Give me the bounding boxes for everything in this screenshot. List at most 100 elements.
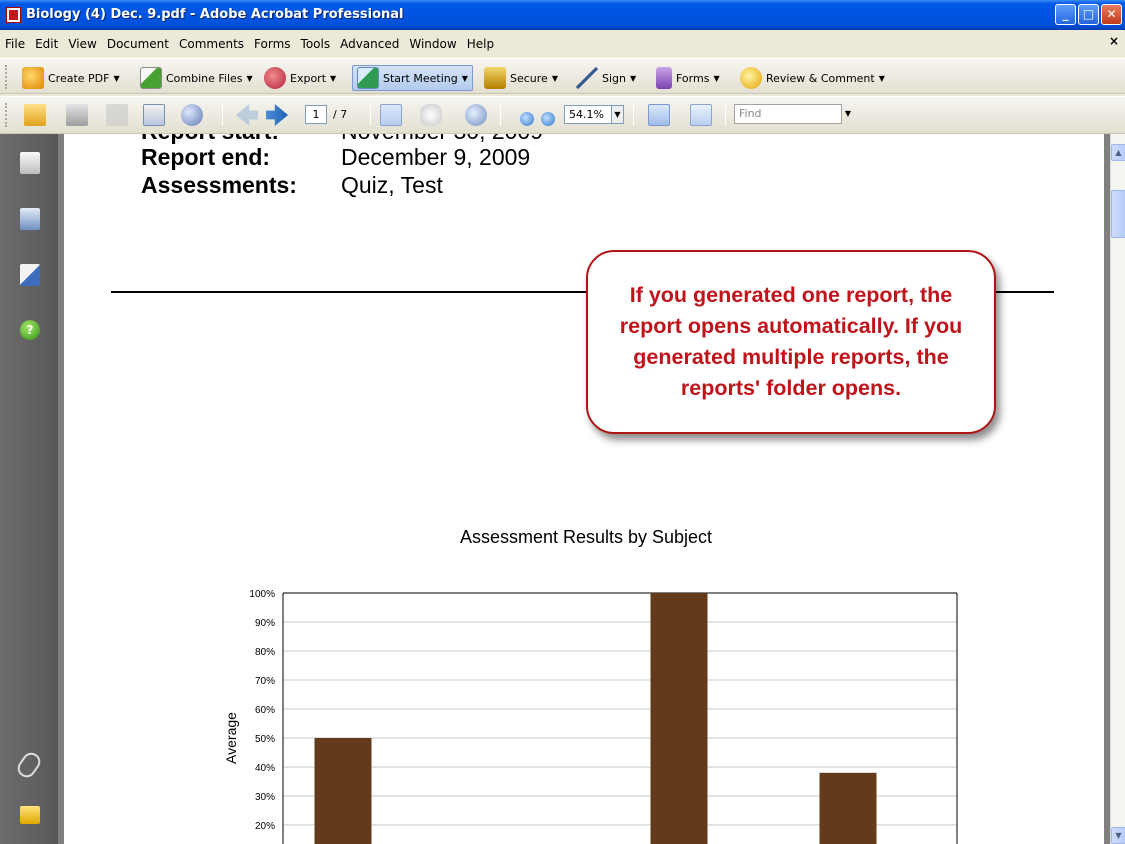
scroll-down-button[interactable]: ▼ (1111, 827, 1125, 844)
comments-icon[interactable] (20, 806, 40, 824)
navigation-toolbar (0, 96, 1125, 134)
speech-bubble-icon (740, 67, 762, 89)
y-tick-label: 40% (255, 763, 275, 774)
close-window-button[interactable]: ✕ (1101, 4, 1122, 25)
report-end-value: December 9, 2009 (341, 144, 531, 170)
assessments-label: Assessments: (141, 172, 297, 198)
menu-window[interactable]: Window (404, 33, 461, 55)
page-total: / 7 (333, 108, 348, 121)
y-tick-label: 60% (255, 705, 275, 716)
chart-bar (819, 772, 877, 844)
hand-tool-icon[interactable] (420, 104, 442, 126)
open-folder-icon[interactable] (24, 104, 46, 126)
forms-icon (656, 67, 672, 89)
signatures-icon[interactable] (20, 264, 40, 286)
find-dropdown-icon[interactable]: ▼ (842, 104, 854, 124)
scroll-thumb[interactable] (1111, 190, 1125, 238)
menu-edit[interactable]: Edit (30, 33, 63, 55)
export-icon (264, 67, 286, 89)
marquee-zoom-icon[interactable] (465, 104, 487, 126)
lock-icon (484, 67, 506, 89)
instruction-callout: If you generated one report, the report … (586, 250, 996, 434)
chevron-down-icon: ▼ (551, 73, 558, 83)
combine-files-label: Combine Files (166, 71, 243, 85)
menu-bar: File Edit View Document Comments Forms Tools Ad… (0, 30, 1125, 58)
review-comment-button[interactable]: Review & Comment ▼ (740, 65, 885, 91)
y-axis-label: Average (223, 712, 239, 764)
chart-title: Assessment Results by Subject (459, 527, 713, 547)
callout-text: If you generated one report, the report … (619, 283, 963, 400)
save-icon[interactable] (106, 104, 128, 126)
forms-label: Forms (676, 71, 710, 85)
acrobat-window: Biology (4) Dec. 9.pdf - Adobe Acrobat P… (0, 0, 1125, 844)
chevron-down-icon: ▼ (630, 73, 637, 83)
create-pdf-button[interactable]: Create PDF ▼ (22, 65, 120, 91)
chevron-down-icon: ▼ (713, 73, 720, 83)
y-tick-label: 90% (255, 618, 275, 629)
y-tick-label: 20% (255, 821, 275, 832)
menu-tools[interactable]: Tools (296, 33, 336, 55)
zoom-level-field[interactable]: 54.1% (564, 105, 612, 124)
export-label: Export (290, 71, 327, 85)
help-icon[interactable]: ? (20, 320, 40, 340)
toolbar-separator (222, 104, 223, 126)
sign-label: Sign (602, 71, 626, 85)
menu-advanced[interactable]: Advanced (335, 33, 404, 55)
maximize-button[interactable]: □ (1078, 4, 1099, 25)
pages-icon[interactable] (20, 152, 40, 174)
y-tick-label: 80% (255, 647, 275, 658)
acrobat-app-icon[interactable] (6, 7, 21, 23)
chart-bar (314, 738, 372, 844)
attachments-icon[interactable] (14, 749, 44, 781)
report-end-row: Report end: December 9, 2009 (141, 144, 530, 171)
zoom-in-icon[interactable] (541, 112, 555, 126)
tasks-toolbar: Create PDF ▼ Combine Files ▼ Export ▼ St… (0, 58, 1125, 94)
y-tick-label: 70% (255, 676, 275, 687)
toolbar-separator (633, 104, 634, 126)
chevron-down-icon: ▼ (113, 73, 120, 83)
menu-forms[interactable]: Forms (249, 33, 295, 55)
scroll-up-button[interactable]: ▲ (1111, 144, 1125, 161)
start-meeting-button[interactable]: Start Meeting ▼ (352, 65, 473, 91)
page-number-input[interactable]: 1 (305, 105, 327, 124)
print-icon[interactable] (66, 104, 88, 126)
pen-icon (576, 67, 598, 89)
pdf-page: Report start:November 30, 2009 Report en… (64, 134, 1104, 844)
zoom-dropdown-icon[interactable]: ▼ (612, 105, 624, 124)
assessments-value: Quiz, Test (341, 172, 443, 198)
export-button[interactable]: Export ▼ (264, 65, 336, 91)
toolbar-grip[interactable] (5, 65, 9, 89)
close-document-button[interactable]: × (1109, 34, 1119, 48)
chart-bar (650, 593, 708, 844)
start-meeting-label: Start Meeting (383, 71, 458, 85)
find-input[interactable]: Find (734, 104, 842, 124)
review-comment-label: Review & Comment (766, 71, 875, 85)
toolbar-separator (500, 104, 501, 126)
menu-file[interactable]: File (0, 33, 30, 55)
menu-comments[interactable]: Comments (174, 33, 249, 55)
menu-help[interactable]: Help (462, 33, 499, 55)
minimize-button[interactable]: _ (1055, 4, 1076, 25)
chevron-down-icon: ▼ (878, 73, 885, 83)
create-pdf-icon (22, 67, 44, 89)
sign-button[interactable]: Sign ▼ (576, 65, 636, 91)
create-pdf-label: Create PDF (48, 71, 110, 85)
bar-chart: 20% 30% 40% 50% 60% 70% 80% 90% 100% Average (223, 589, 958, 844)
search-icon[interactable] (181, 104, 203, 126)
secure-button[interactable]: Secure ▼ (484, 65, 558, 91)
menu-document[interactable]: Document (102, 33, 174, 55)
toolbar-grip[interactable] (5, 103, 9, 127)
zoom-out-icon[interactable] (520, 112, 534, 126)
fit-page-icon[interactable] (690, 104, 712, 126)
forms-button[interactable]: Forms ▼ (656, 65, 720, 91)
bookmarks-icon[interactable] (20, 208, 40, 230)
chevron-down-icon: ▼ (461, 73, 468, 83)
menu-view[interactable]: View (63, 33, 101, 55)
toolbar-separator (725, 104, 726, 126)
combine-files-button[interactable]: Combine Files ▼ (140, 65, 253, 91)
y-tick-label: 50% (255, 734, 275, 745)
email-icon[interactable] (143, 104, 165, 126)
vertical-scrollbar[interactable]: ▲ ▼ (1110, 134, 1125, 844)
select-tool-icon[interactable] (380, 104, 402, 126)
fit-width-icon[interactable] (648, 104, 670, 126)
